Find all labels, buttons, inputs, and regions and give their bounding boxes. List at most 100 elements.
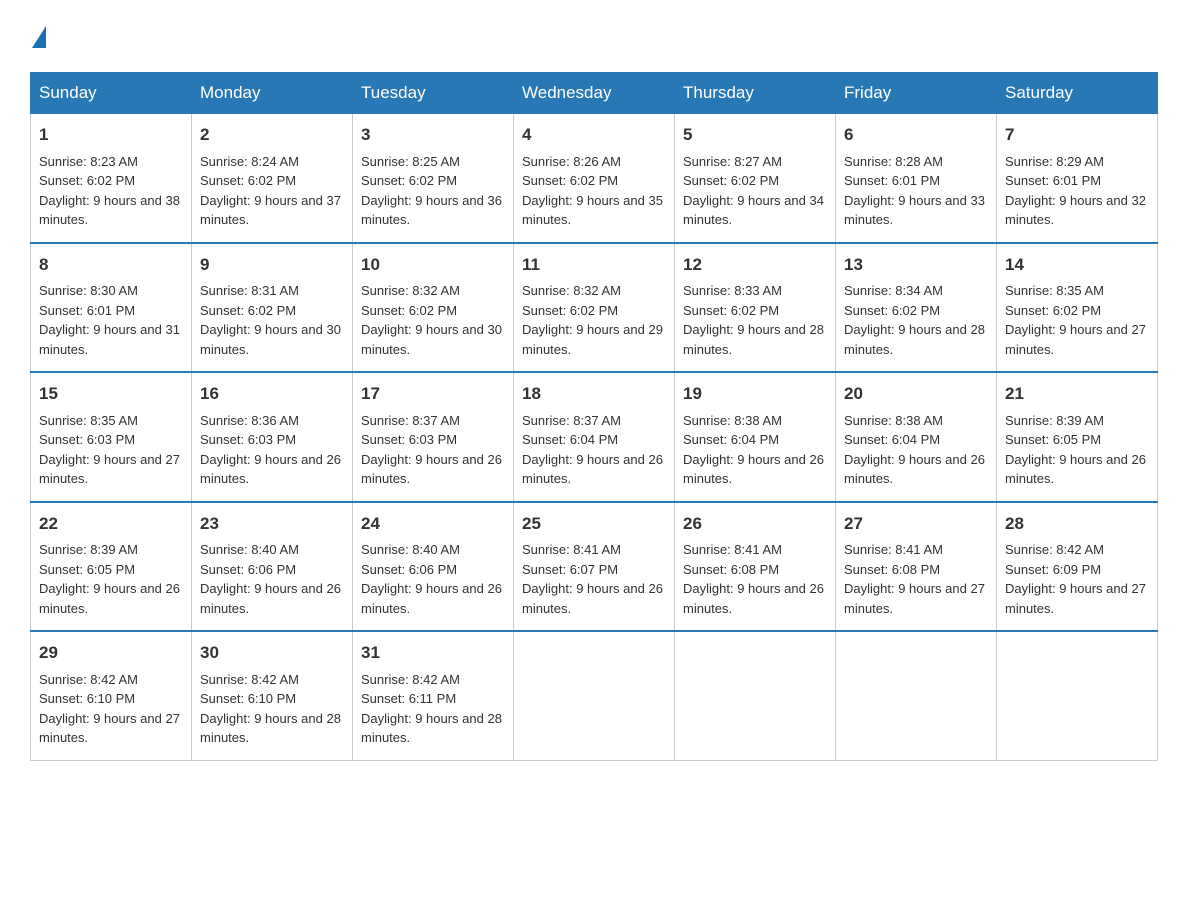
day-number: 9 xyxy=(200,252,344,278)
day-number: 19 xyxy=(683,381,827,407)
calendar-cell: 2 Sunrise: 8:24 AMSunset: 6:02 PMDaylight… xyxy=(192,114,353,243)
calendar-body: 1Sunrise: 8:23 AMSunset: 6:02 PMDaylight… xyxy=(31,114,1158,761)
calendar-cell: 20Sunrise: 8:38 AMSunset: 6:04 PMDayligh… xyxy=(836,372,997,502)
calendar-header: SundayMondayTuesdayWednesdayThursdayFrid… xyxy=(31,73,1158,114)
daylight-info: Daylight: 9 hours and 34 minutes. xyxy=(683,191,827,230)
day-number: 13 xyxy=(844,252,988,278)
day-number: 5 xyxy=(683,122,827,148)
day-number: 6 xyxy=(844,122,988,148)
daylight-info: Daylight: 9 hours and 38 minutes. xyxy=(39,191,183,230)
daylight-info: Daylight: 9 hours and 28 minutes. xyxy=(683,320,827,359)
sunrise-info: Sunrise: 8:37 AM xyxy=(361,411,505,431)
daylight-info: Daylight: 9 hours and 26 minutes. xyxy=(844,450,988,489)
calendar-cell: 19Sunrise: 8:38 AMSunset: 6:04 PMDayligh… xyxy=(675,372,836,502)
sunset-info: Sunset: 6:04 PM xyxy=(683,430,827,450)
column-header-friday: Friday xyxy=(836,73,997,114)
sunset-info: Sunset: 6:06 PM xyxy=(361,560,505,580)
header-row: SundayMondayTuesdayWednesdayThursdayFrid… xyxy=(31,73,1158,114)
day-number: 12 xyxy=(683,252,827,278)
logo xyxy=(30,30,46,52)
calendar-cell: 6Sunrise: 8:28 AMSunset: 6:01 PMDaylight… xyxy=(836,114,997,243)
daylight-info: Daylight: 9 hours and 26 minutes. xyxy=(683,450,827,489)
daylight-info: Daylight: 9 hours and 28 minutes. xyxy=(200,709,344,748)
daylight-info: Daylight: 9 hours and 26 minutes. xyxy=(522,579,666,618)
day-number: 2 xyxy=(200,122,344,148)
daylight-info: Daylight: 9 hours and 27 minutes. xyxy=(844,579,988,618)
sunrise-info: Sunrise: 8:35 AM xyxy=(39,411,183,431)
daylight-info: Daylight: 9 hours and 26 minutes. xyxy=(522,450,666,489)
calendar-cell: 18Sunrise: 8:37 AMSunset: 6:04 PMDayligh… xyxy=(514,372,675,502)
day-number: 10 xyxy=(361,252,505,278)
sunrise-info: Sunrise: 8:38 AM xyxy=(844,411,988,431)
sunset-info: Sunset: 6:03 PM xyxy=(39,430,183,450)
week-row-2: 8Sunrise: 8:30 AMSunset: 6:01 PMDaylight… xyxy=(31,243,1158,373)
daylight-info: Daylight: 9 hours and 26 minutes. xyxy=(361,579,505,618)
sunset-info: Sunset: 6:03 PM xyxy=(361,430,505,450)
calendar-cell: 31Sunrise: 8:42 AMSunset: 6:11 PMDayligh… xyxy=(353,631,514,760)
day-number: 4 xyxy=(522,122,666,148)
page-header xyxy=(30,30,1158,52)
sunrise-info: Sunrise: 8:42 AM xyxy=(1005,540,1149,560)
week-row-3: 15Sunrise: 8:35 AMSunset: 6:03 PMDayligh… xyxy=(31,372,1158,502)
day-number: 21 xyxy=(1005,381,1149,407)
sunrise-info: Sunrise: 8:41 AM xyxy=(844,540,988,560)
column-header-wednesday: Wednesday xyxy=(514,73,675,114)
calendar-cell: 28Sunrise: 8:42 AMSunset: 6:09 PMDayligh… xyxy=(997,502,1158,632)
daylight-info: Daylight: 9 hours and 27 minutes. xyxy=(39,450,183,489)
daylight-info: Daylight: 9 hours and 27 minutes. xyxy=(39,709,183,748)
day-number: 17 xyxy=(361,381,505,407)
sunset-info: Sunset: 6:07 PM xyxy=(522,560,666,580)
daylight-info: Daylight: 9 hours and 37 minutes. xyxy=(200,191,344,230)
calendar-cell xyxy=(997,631,1158,760)
sunrise-info: Sunrise: 8:39 AM xyxy=(39,540,183,560)
sunrise-info: Sunrise: 8:36 AM xyxy=(200,411,344,431)
calendar-cell: 7Sunrise: 8:29 AMSunset: 6:01 PMDaylight… xyxy=(997,114,1158,243)
sunset-info: Sunset: 6:09 PM xyxy=(1005,560,1149,580)
day-number: 26 xyxy=(683,511,827,537)
day-number: 27 xyxy=(844,511,988,537)
sunset-info: Sunset: 6:02 PM xyxy=(683,171,827,191)
column-header-saturday: Saturday xyxy=(997,73,1158,114)
daylight-info: Daylight: 9 hours and 28 minutes. xyxy=(844,320,988,359)
daylight-info: Daylight: 9 hours and 26 minutes. xyxy=(200,579,344,618)
calendar-cell xyxy=(514,631,675,760)
day-number: 11 xyxy=(522,252,666,278)
day-number: 22 xyxy=(39,511,183,537)
calendar-cell: 11Sunrise: 8:32 AMSunset: 6:02 PMDayligh… xyxy=(514,243,675,373)
logo-triangle-icon xyxy=(32,26,46,48)
calendar-cell: 4Sunrise: 8:26 AMSunset: 6:02 PMDaylight… xyxy=(514,114,675,243)
sunset-info: Sunset: 6:05 PM xyxy=(1005,430,1149,450)
sunset-info: Sunset: 6:02 PM xyxy=(200,171,344,191)
daylight-info: Daylight: 9 hours and 36 minutes. xyxy=(361,191,505,230)
column-header-thursday: Thursday xyxy=(675,73,836,114)
calendar-cell: 29Sunrise: 8:42 AMSunset: 6:10 PMDayligh… xyxy=(31,631,192,760)
day-number: 18 xyxy=(522,381,666,407)
day-number: 15 xyxy=(39,381,183,407)
calendar-cell: 27 Sunrise: 8:41 AMSunset: 6:08 PMDayligh… xyxy=(836,502,997,632)
calendar-cell: 12Sunrise: 8:33 AMSunset: 6:02 PMDayligh… xyxy=(675,243,836,373)
week-row-1: 1Sunrise: 8:23 AMSunset: 6:02 PMDaylight… xyxy=(31,114,1158,243)
sunset-info: Sunset: 6:03 PM xyxy=(200,430,344,450)
sunset-info: Sunset: 6:04 PM xyxy=(844,430,988,450)
sunset-info: Sunset: 6:02 PM xyxy=(361,301,505,321)
sunrise-info: Sunrise: 8:41 AM xyxy=(522,540,666,560)
daylight-info: Daylight: 9 hours and 35 minutes. xyxy=(522,191,666,230)
calendar-cell: 16Sunrise: 8:36 AMSunset: 6:03 PMDayligh… xyxy=(192,372,353,502)
sunrise-info: Sunrise: 8:32 AM xyxy=(522,281,666,301)
column-header-tuesday: Tuesday xyxy=(353,73,514,114)
sunrise-info: Sunrise: 8:25 AM xyxy=(361,152,505,172)
sunrise-info: Sunrise: 8:42 AM xyxy=(39,670,183,690)
sunset-info: Sunset: 6:02 PM xyxy=(200,301,344,321)
sunset-info: Sunset: 6:01 PM xyxy=(1005,171,1149,191)
sunset-info: Sunset: 6:02 PM xyxy=(522,301,666,321)
sunset-info: Sunset: 6:08 PM xyxy=(844,560,988,580)
sunset-info: Sunset: 6:04 PM xyxy=(522,430,666,450)
day-number: 24 xyxy=(361,511,505,537)
sunset-info: Sunset: 6:02 PM xyxy=(844,301,988,321)
day-number: 8 xyxy=(39,252,183,278)
sunrise-info: Sunrise: 8:24 AM xyxy=(200,152,344,172)
daylight-info: Daylight: 9 hours and 27 minutes. xyxy=(1005,320,1149,359)
calendar-cell: 3Sunrise: 8:25 AMSunset: 6:02 PMDaylight… xyxy=(353,114,514,243)
column-header-sunday: Sunday xyxy=(31,73,192,114)
calendar-cell: 26Sunrise: 8:41 AMSunset: 6:08 PMDayligh… xyxy=(675,502,836,632)
